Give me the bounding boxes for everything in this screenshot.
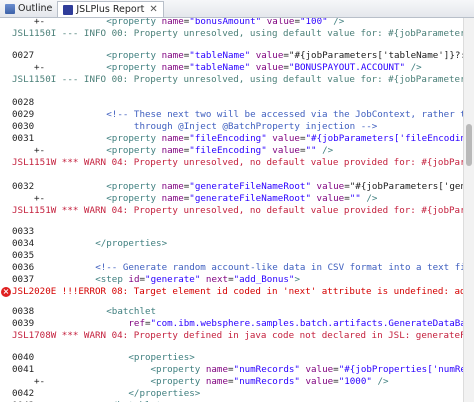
line-number: +- xyxy=(34,18,46,27)
code-line: 0030 through @Inject @BatchProperty inje… xyxy=(0,121,474,133)
code-text: <step id="generate" next="add_Bonus"> xyxy=(95,274,301,285)
code-line: 0041 <property name="numRecords" value="… xyxy=(0,364,474,376)
report-message-line: JSL1708W *** WARN 04: Property defined i… xyxy=(0,330,474,342)
tab-outline-label: Outline xyxy=(18,3,53,14)
code-text: <batchlet xyxy=(106,306,157,317)
line-number: 0033 xyxy=(12,226,35,237)
line-number: 0041 xyxy=(12,364,35,375)
warn-message: JSL1708W *** WARN 04: Property defined i… xyxy=(12,330,474,341)
line-number: 0031 xyxy=(12,133,35,144)
report-message-line: JSL1150I --- INFO 00: Property unresolve… xyxy=(0,28,474,40)
code-text: <property name="fileEncoding" value="" /… xyxy=(106,145,334,156)
code-text: <property name="fileEncoding" value="#{j… xyxy=(106,133,474,144)
code-text: <property name="bonusAmount" value="100"… xyxy=(106,18,345,27)
code-line: 0032 <property name="generateFileNameRoo… xyxy=(0,181,474,193)
code-text: <property name="tableName" value="BONUSP… xyxy=(106,62,422,73)
close-icon[interactable]: ✕ xyxy=(149,4,157,15)
info-message: JSL1150I --- INFO 00: Property unresolve… xyxy=(12,28,474,39)
err-message: JSL2020E !!!ERROR 08: Target element id … xyxy=(12,286,474,297)
jsl-report-window: Outline JSLPlus Report ✕ 0026 <property … xyxy=(0,0,474,402)
code-line: +- <property name="generateFileNameRoot"… xyxy=(0,193,474,205)
code-line: +- <property name="bonusAmount" value="1… xyxy=(0,18,474,28)
code-line: 0037 <step id="generate" next="add_Bonus… xyxy=(0,274,474,286)
code-line: +- <property name="fileEncoding" value="… xyxy=(0,145,474,157)
line-number: 0036 xyxy=(12,262,35,273)
tab-jslplus-report[interactable]: JSLPlus Report ✕ xyxy=(57,1,164,17)
code-text: ref="com.ibm.websphere.samples.batch.art… xyxy=(128,318,474,329)
code-line: 0033 xyxy=(0,226,474,238)
info-message: JSL1150I --- INFO 00: Property unresolve… xyxy=(12,74,474,85)
report-message-line: JSL1151W *** WARN 04: Property unresolve… xyxy=(0,205,474,217)
jsl-report-icon xyxy=(63,4,74,15)
code-text: through @Inject @BatchProperty injection… xyxy=(62,121,378,132)
line-number: 0037 xyxy=(12,274,35,285)
line-number: 0035 xyxy=(12,250,35,261)
code-text: <property name="tableName" value="#{jobP… xyxy=(106,50,474,61)
line-number: +- xyxy=(34,193,46,204)
line-number: 0042 xyxy=(12,388,35,399)
code-line: 0031 <property name="fileEncoding" value… xyxy=(0,133,474,145)
line-number: 0034 xyxy=(12,238,35,249)
line-number: 0038 xyxy=(12,306,35,317)
code-line: 0038 <batchlet xyxy=(0,306,474,318)
line-number: +- xyxy=(34,62,46,73)
scrollbar-thumb[interactable] xyxy=(466,124,472,166)
code-line: 0029 <!-- These next two will be accesse… xyxy=(0,109,474,121)
code-line: 0036 <!-- Generate random account-like d… xyxy=(0,262,474,274)
line-number: 0029 xyxy=(12,109,35,120)
code-line: +- <property name="numRecords" value="10… xyxy=(0,376,474,388)
code-text: <property name="numRecords" value="#{job… xyxy=(150,364,474,375)
report-message-line: × JSL2020E !!!ERROR 08: Target element id… xyxy=(0,286,474,298)
view-tab-bar: Outline JSLPlus Report ✕ xyxy=(0,0,474,18)
line-number: 0028 xyxy=(12,97,35,108)
tab-outline[interactable]: Outline xyxy=(0,0,57,17)
code-text: <!-- Generate random account-like data i… xyxy=(62,262,474,273)
report-message-line: JSL1150I --- INFO 00: Property unresolve… xyxy=(0,74,474,86)
code-text: <property name="generateFileNameRoot" va… xyxy=(106,181,474,192)
code-line: +- <property name="tableName" value="BON… xyxy=(0,62,474,74)
line-number: 0040 xyxy=(12,352,35,363)
code-line: 0027 <property name="tableName" value="#… xyxy=(0,50,474,62)
line-number: +- xyxy=(34,376,46,387)
vertical-scrollbar[interactable] xyxy=(463,18,474,402)
code-line: 0039 ref="com.ibm.websphere.samples.batc… xyxy=(0,318,474,330)
line-number: 0039 xyxy=(12,318,35,329)
code-text: <property name="numRecords" value="1000"… xyxy=(150,376,389,387)
report-message-line: JSL1151W *** WARN 04: Property unresolve… xyxy=(0,157,474,169)
line-number: 0027 xyxy=(12,50,35,61)
code-line: 0042 </properties> xyxy=(0,388,474,400)
tab-jslplus-report-label: JSLPlus Report xyxy=(76,4,145,15)
warn-message: JSL1151W *** WARN 04: Property unresolve… xyxy=(12,157,474,168)
code-line: 0035 xyxy=(0,250,474,262)
code-text: <properties> xyxy=(128,352,195,363)
code-text: <!-- These next two will be accessed via… xyxy=(106,109,474,120)
error-icon: × xyxy=(1,287,11,297)
line-number: +- xyxy=(34,145,46,156)
outline-icon xyxy=(5,3,15,14)
code-line: 0028 xyxy=(0,97,474,109)
line-number: 0030 xyxy=(12,121,35,132)
code-text: <property name="generateFileNameRoot" va… xyxy=(106,193,378,204)
code-line: 0034 </properties> xyxy=(0,238,474,250)
code-text: </properties> xyxy=(128,388,201,399)
warn-message: JSL1151W *** WARN 04: Property unresolve… xyxy=(12,205,474,216)
line-number: 0032 xyxy=(12,181,35,192)
code-text: </properties> xyxy=(95,238,168,249)
report-text-area[interactable]: 0026 <property name="bonusAmount" value=… xyxy=(0,18,474,402)
code-line: 0040 <properties> xyxy=(0,352,474,364)
